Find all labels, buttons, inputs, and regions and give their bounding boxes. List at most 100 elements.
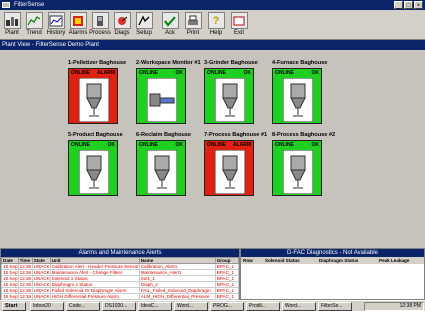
tile-status-box: ONLINE ALARM — [68, 68, 118, 124]
task-button[interactable]: PROG... — [210, 302, 244, 311]
baghouse-tile-5[interactable]: 5-Product Baghouse ONLINE OK — [68, 132, 123, 207]
baghouse-tile-7[interactable]: 7-Process Baghouse #1 ONLINE ALARM — [204, 132, 267, 207]
table-row[interactable]: 18 Sep 12:36 UNACK HIGH Differential Pressu… — [1, 293, 240, 300]
process-icon — [91, 12, 109, 29]
tile-title: 4-Furnace Baghouse — [272, 60, 328, 66]
task-button[interactable]: DS1020... — [102, 302, 136, 311]
help-button[interactable]: ? Help — [206, 12, 226, 39]
tile-status-box: ONLINE OK — [136, 140, 186, 196]
hopper-icon — [283, 78, 313, 122]
hopper-icon — [215, 150, 245, 194]
printer-icon — [184, 12, 202, 29]
tile-status: ALARM — [96, 70, 115, 76]
hopper-icon — [215, 78, 245, 122]
window-title: FilterSense — [14, 2, 45, 8]
tile-status: OK — [243, 70, 252, 76]
baghouse-tile-4[interactable]: 4-Furnace Baghouse ONLINE OK — [272, 60, 327, 135]
start-label: Start — [5, 303, 18, 309]
tile-state: ONLINE — [139, 70, 158, 76]
alarms-label: Alarms — [68, 30, 88, 36]
process-label: Process — [89, 30, 111, 36]
diags-icon — [113, 12, 131, 29]
plant-label: Plant — [5, 30, 19, 36]
ack-label: Ack — [164, 30, 175, 36]
taskbar: Start Inbox20 Code... DS1020... IdeaC...… — [0, 300, 425, 311]
diags-button[interactable]: Diags — [112, 12, 132, 39]
task-button[interactable]: Inbox20 — [30, 302, 64, 311]
diags-label: Diags — [114, 30, 130, 36]
setup-label: Setup — [136, 30, 152, 36]
tile-status: OK — [107, 142, 116, 148]
plant-canvas: 1-Pelletizer Baghouse ONLINE ALARM 2-Wor… — [0, 50, 425, 248]
tile-status: OK — [175, 70, 184, 76]
task-button[interactable]: IdeaC... — [138, 302, 172, 311]
tile-status: OK — [311, 142, 320, 148]
print-button[interactable]: Print — [183, 12, 203, 39]
process-button[interactable]: Process — [89, 12, 111, 39]
history-icon — [47, 12, 65, 29]
history-button[interactable]: History — [46, 12, 66, 39]
system-tray: 12:38 PM — [364, 302, 424, 311]
trend-label: Trend — [26, 30, 42, 36]
tile-title: 1-Pelletizer Baghouse — [68, 60, 127, 66]
window-titlebar: FilterSense _ □ × — [0, 0, 425, 10]
hopper-icon — [283, 150, 313, 194]
alerts-table: Date Time State Unit Name Group 18 Sep 12… — [1, 257, 240, 300]
trend-button[interactable]: Trend — [24, 12, 44, 39]
task-button[interactable]: Code... — [66, 302, 100, 311]
trend-icon — [25, 12, 43, 29]
alerts-title: Alarms and Maintenance Alerts — [1, 249, 239, 257]
workspace-monitor-tile-2[interactable]: 2-Workspace Monitor #1 ONLINE OK — [136, 60, 201, 135]
view-title-bar: Plant View - FilterSense Demo Plant — [0, 40, 425, 50]
hopper-icon — [79, 150, 109, 194]
alarms-button[interactable]: Alarms — [68, 12, 88, 39]
minimize-button[interactable]: _ — [394, 1, 403, 9]
print-label: Print — [186, 30, 200, 36]
maximize-button[interactable]: □ — [404, 1, 413, 9]
tile-status-box: ONLINE OK — [272, 140, 322, 196]
tile-state: ONLINE — [207, 142, 226, 148]
table-row[interactable]: 18 Sep 12:36 UNACK Failed Solenoid Or Diaph… — [1, 287, 240, 294]
alerts-panel: Alarms and Maintenance Alerts Date Time … — [0, 248, 240, 300]
tile-state: ONLINE — [71, 70, 90, 76]
plant-icon — [3, 12, 21, 29]
baghouse-tile-6[interactable]: 6-Reclaim Baghouse ONLINE OK — [136, 132, 191, 207]
hopper-icon — [79, 78, 109, 122]
col-peak-leakage[interactable]: Peak Leakage — [377, 257, 409, 264]
exit-label: Exit — [233, 30, 244, 36]
task-button[interactable]: Prodli... — [246, 302, 280, 311]
baghouse-tile-8[interactable]: 8-Process Baghouse #2 ONLINE OK — [272, 132, 335, 207]
task-button[interactable]: FilterSe... — [318, 302, 352, 311]
tile-state: ONLINE — [275, 142, 294, 148]
plant-button[interactable]: Plant — [2, 12, 22, 39]
col-time[interactable]: Time — [17, 257, 33, 264]
baghouse-tile-1[interactable]: 1-Pelletizer Baghouse ONLINE ALARM — [68, 60, 126, 135]
tile-state: ONLINE — [71, 142, 90, 148]
ack-button[interactable]: Ack — [160, 12, 180, 39]
tile-state: ONLINE — [275, 70, 294, 76]
tile-title: 6-Reclaim Baghouse — [136, 132, 192, 138]
exit-button[interactable]: Exit — [229, 12, 249, 39]
view-title: Plant View - FilterSense Demo Plant — [2, 42, 99, 48]
tile-state: ONLINE — [207, 70, 226, 76]
col-solenoid-status[interactable]: Solenoid Status — [263, 257, 317, 264]
tile-state: ONLINE — [139, 142, 158, 148]
tile-status-box: ONLINE ALARM — [204, 140, 254, 196]
close-button[interactable]: × — [414, 1, 423, 9]
task-button[interactable]: Word... — [282, 302, 316, 311]
setup-button[interactable]: Setup — [134, 12, 154, 39]
baghouse-tile-3[interactable]: 3-Grinder Baghouse ONLINE OK — [204, 60, 258, 135]
app-icon — [2, 2, 10, 8]
col-row[interactable]: Row — [241, 257, 263, 264]
toolbar: Plant Trend History Alarms Process Diags… — [0, 10, 425, 40]
col-diaphragm-status[interactable]: Diaphragm Status — [317, 257, 377, 264]
checkmark-icon — [161, 12, 179, 29]
start-button[interactable]: Start — [2, 302, 26, 311]
diagnostics-title: D-FAC Diagnostics - Not Available — [241, 249, 424, 257]
history-label: History — [46, 30, 66, 36]
setup-icon — [135, 12, 153, 29]
exit-icon — [230, 12, 248, 29]
diagnostics-panel: D-FAC Diagnostics - Not Available Row So… — [240, 248, 425, 300]
diagnostics-columns: Row Solenoid Status Diaphragm Status Pea… — [241, 257, 424, 264]
task-button[interactable]: Word... — [174, 302, 208, 311]
